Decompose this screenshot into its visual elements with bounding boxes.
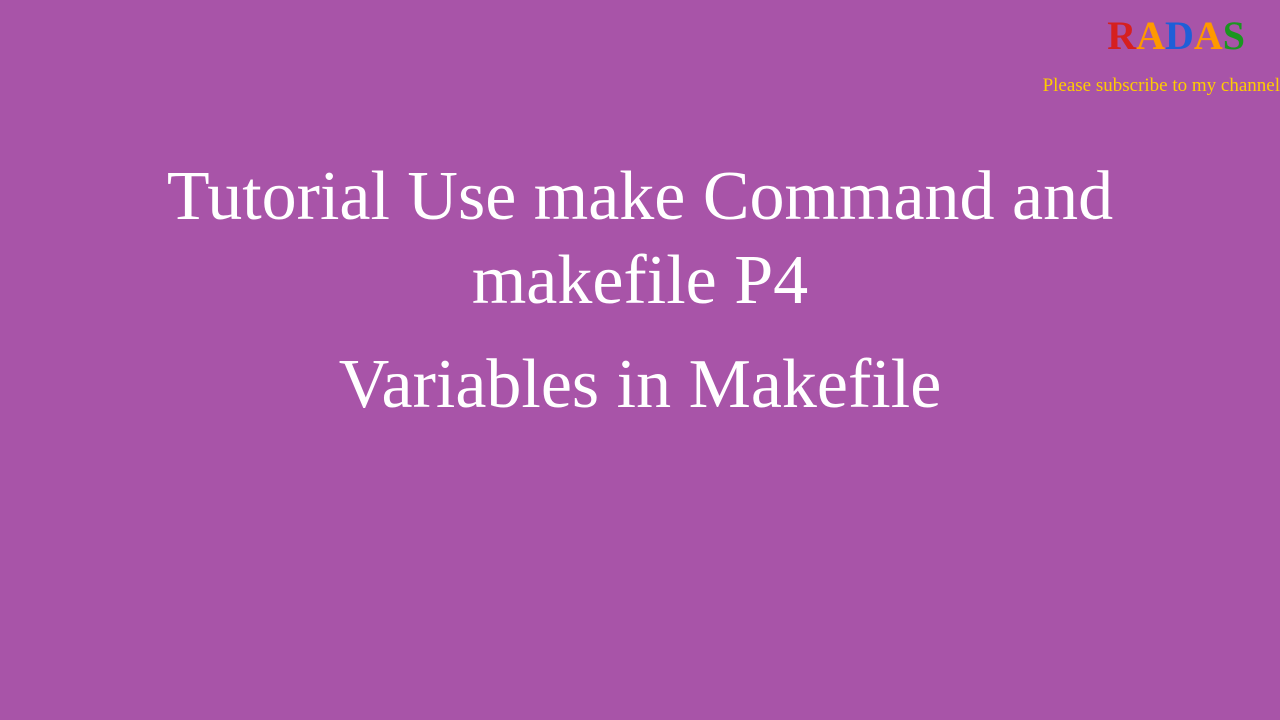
logo-letter-d: D [1165,13,1194,58]
title-line-3: Variables in Makefile [20,343,1260,427]
title-line-1: Tutorial Use make Command and [20,155,1260,239]
main-title: Tutorial Use make Command and makefile P… [0,155,1280,427]
title-line-2: makefile P4 [20,239,1260,323]
logo-letter-a1: A [1136,13,1165,58]
subscribe-text: Please subscribe to my channel [1043,75,1280,97]
logo-letter-r: R [1107,13,1136,58]
logo-letter-a2: A [1194,13,1223,58]
brand-logo: RADAS [1107,12,1245,59]
logo-letter-s: S [1223,13,1245,58]
